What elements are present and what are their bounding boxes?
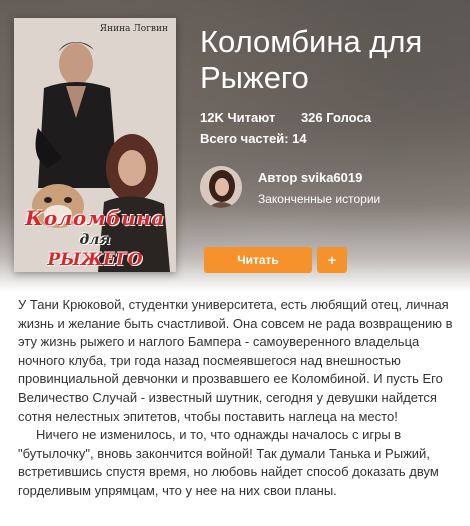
parts-count: Всего частей: 14 <box>200 131 307 146</box>
description-paragraph-2: Ничего не изменилось, и то, что однажды … <box>18 427 439 498</box>
cover-title-line1: Коломбина <box>25 206 165 230</box>
book-title: Коломбина для Рыжего <box>200 24 423 95</box>
description-paragraph-1: У Тани Крюковой, студентки университета,… <box>18 297 453 424</box>
cover-author-line: Янина Логвин <box>99 24 168 34</box>
book-cover[interactable]: Янина Логвин Коломбина для РЫЖЕГО <box>14 18 176 272</box>
author-name[interactable]: Автор svika6019 <box>258 170 362 185</box>
avatar[interactable] <box>200 166 242 208</box>
author-block[interactable]: Автор svika6019 Законченные истории <box>200 166 460 210</box>
cover-title-line2: для <box>79 232 111 248</box>
votes-count: 326 Голоса <box>300 110 372 125</box>
read-button[interactable]: Читать <box>204 247 312 273</box>
cover-title-line3: РЫЖЕГО <box>47 250 143 270</box>
reads-count: 12K Читают <box>200 110 276 125</box>
book-description: У Тани Крюковой, студентки университета,… <box>18 296 458 501</box>
book-stats: 12K Читают 326 Голоса <box>200 110 393 125</box>
avatar-image <box>200 166 242 208</box>
author-status: Законченные истории <box>258 192 381 206</box>
add-to-library-button[interactable]: + <box>317 247 347 273</box>
